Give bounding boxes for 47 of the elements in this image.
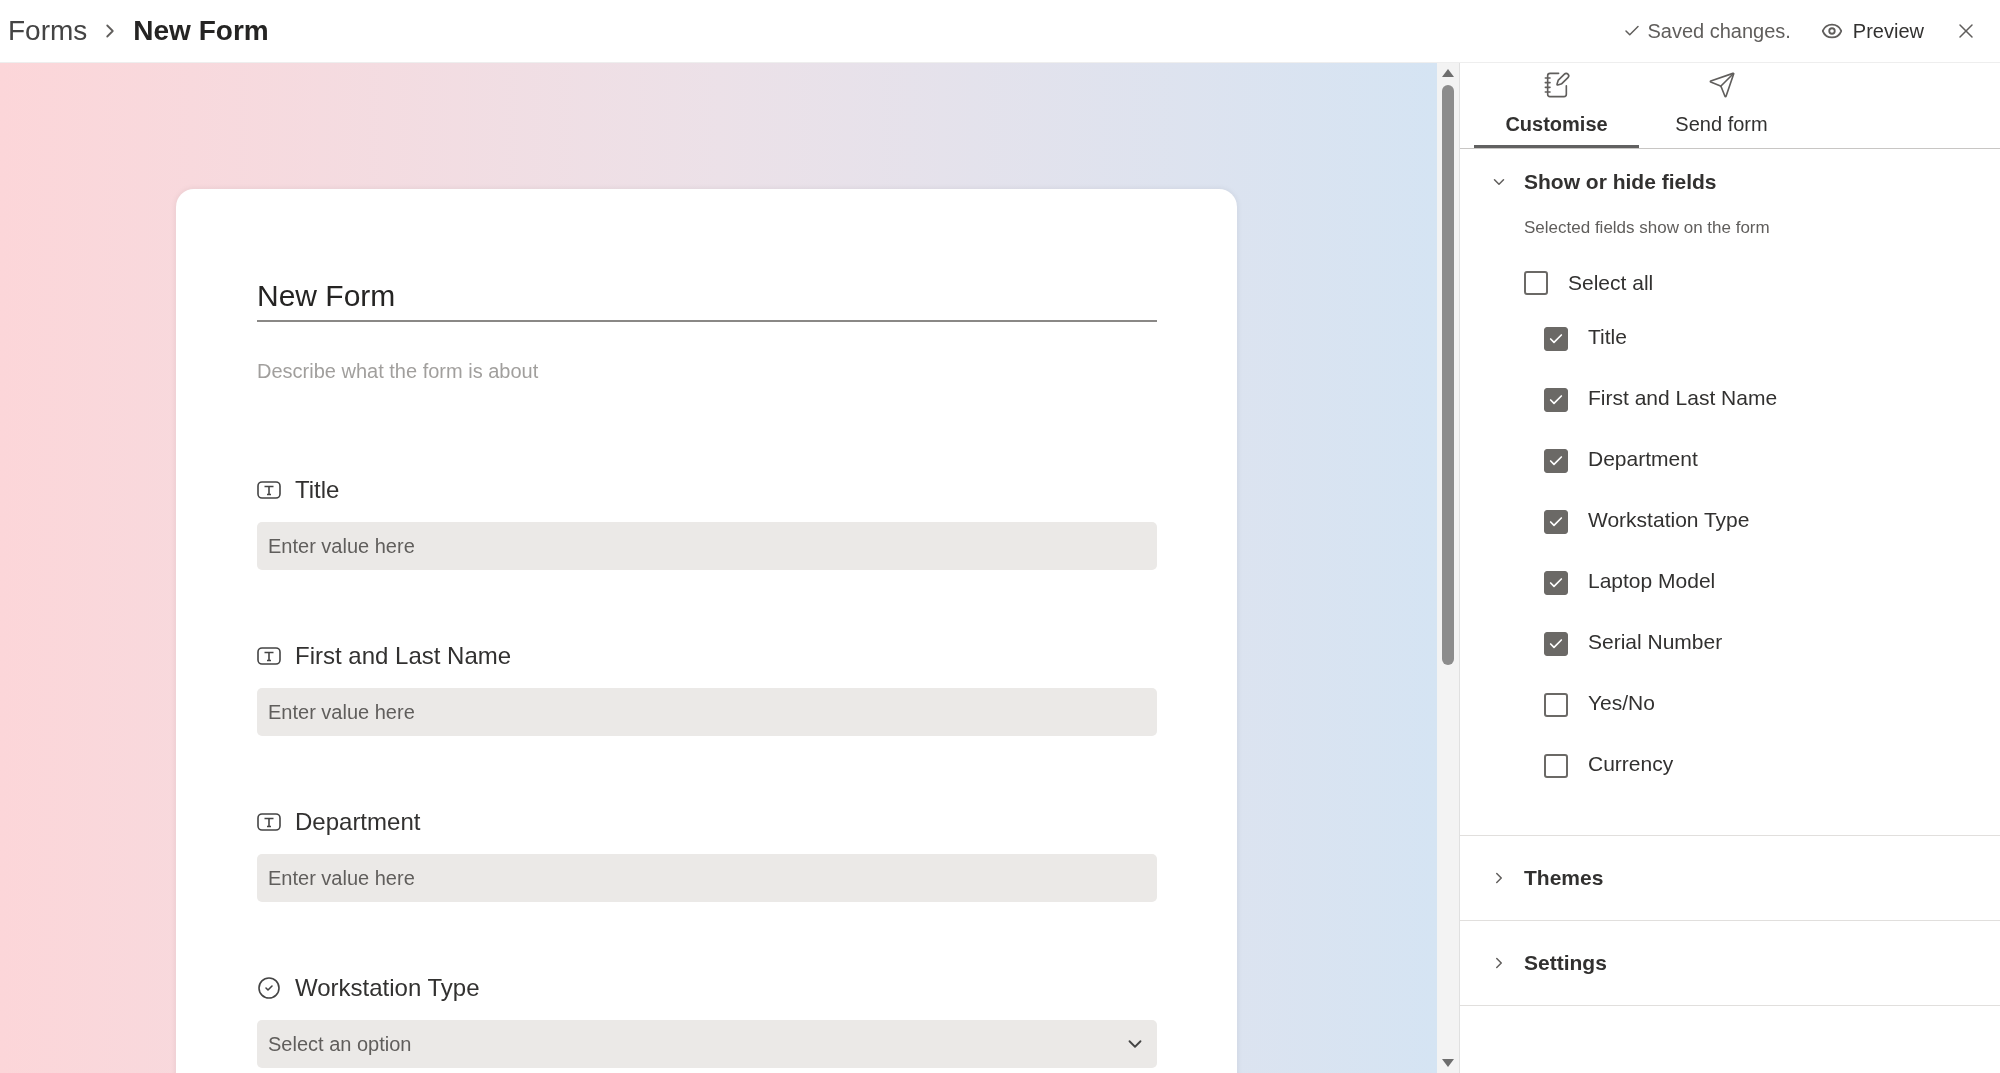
text-field-icon (257, 812, 281, 832)
field-checkbox[interactable] (1544, 631, 1568, 656)
section-header[interactable]: Show or hide fields (1524, 166, 1717, 198)
text-input-field[interactable]: Enter value here (257, 688, 1157, 736)
select-all-checkbox[interactable] (1524, 270, 1548, 295)
checkbox-label: First and Last Name (1588, 384, 1778, 411)
field-label: Workstation Type (295, 973, 480, 1003)
checkbox-label: Title (1588, 323, 1627, 350)
text-input-field[interactable]: Enter value here (257, 522, 1157, 570)
section-description: Selected fields show on the form (1524, 217, 1771, 239)
select-field[interactable]: Select an option (257, 1020, 1157, 1068)
breadcrumb-link[interactable]: Forms (8, 10, 88, 52)
notepad-pencil-icon (1542, 71, 1571, 99)
send-icon (1707, 71, 1736, 99)
panel-tab[interactable]: Customise (1474, 63, 1639, 148)
checkbox-label: Yes/No (1588, 689, 1655, 716)
checkbox-label: Workstation Type (1588, 506, 1750, 533)
field-checkbox[interactable] (1544, 326, 1568, 351)
field-checkbox[interactable] (1544, 570, 1568, 595)
save-status: Saved changes. (1647, 19, 1791, 44)
checkbox-label: Select all (1568, 269, 1654, 296)
form-description-field[interactable]: Describe what the form is about (257, 356, 1157, 386)
scrollbar[interactable] (1437, 63, 1460, 1073)
field-checkbox[interactable] (1544, 692, 1568, 717)
field-checkbox[interactable] (1544, 753, 1568, 778)
text-input-field[interactable]: Enter value here (257, 854, 1157, 902)
form-title-field[interactable]: New Form (257, 273, 1157, 322)
checkbox-label: Department (1588, 445, 1698, 472)
field-label: Title (295, 475, 340, 505)
checkbox-label: Currency (1588, 750, 1674, 777)
field-checkbox[interactable] (1544, 448, 1568, 473)
preview-button[interactable]: Preview (1816, 16, 1928, 46)
section-header[interactable]: Settings (1524, 946, 1607, 979)
check-circle-icon (257, 976, 281, 1000)
field-label: Department (295, 807, 421, 837)
field-checkbox[interactable] (1544, 509, 1568, 534)
checkbox-label: Serial Number (1588, 628, 1723, 655)
checkbox-label: Laptop Model (1588, 567, 1716, 594)
field-label: First and Last Name (295, 641, 512, 671)
section-header[interactable]: Themes (1524, 861, 1604, 894)
scroll-down-icon[interactable] (1442, 1059, 1454, 1067)
scroll-up-icon[interactable] (1442, 69, 1454, 77)
text-field-icon (257, 480, 281, 500)
text-field-icon (257, 646, 281, 666)
scrollbar-thumb[interactable] (1442, 85, 1454, 665)
panel-tab[interactable]: Send form (1639, 63, 1804, 148)
field-checkbox[interactable] (1544, 387, 1568, 412)
